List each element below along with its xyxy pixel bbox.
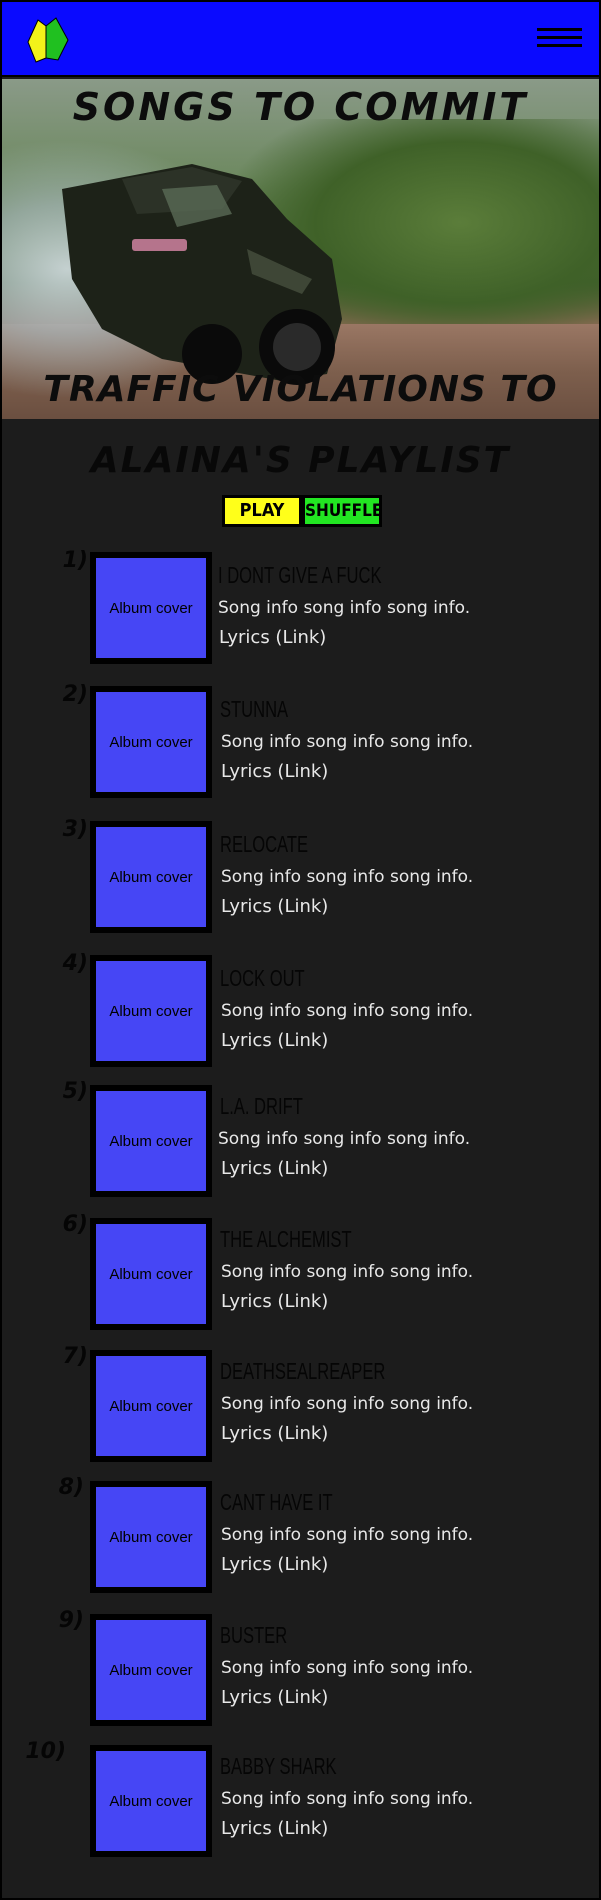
hero-title-bottom: Traffic Violations to (43, 369, 558, 410)
hero-title-top: Songs to Commit (72, 85, 529, 129)
song-title: L.A. DRIFT (220, 1093, 303, 1119)
lyrics-link[interactable]: Lyrics (Link) (219, 627, 326, 648)
album-cover[interactable]: Album cover (90, 955, 212, 1067)
album-cover-label: Album cover (96, 558, 206, 658)
song-row: 10) Album cover BABBY SHARK Song info song … (0, 1739, 601, 1859)
song-title: LOCK OUT (220, 965, 305, 991)
song-info: Song info song info song info. (221, 867, 474, 887)
album-cover-label: Album cover (96, 827, 206, 927)
song-number: 2) (62, 682, 88, 707)
album-cover-label: Album cover (96, 1487, 206, 1587)
album-cover-label: Album cover (96, 692, 206, 792)
lyrics-link[interactable]: Lyrics (Link) (221, 1158, 328, 1179)
song-number: 4) (62, 951, 88, 976)
song-number: 7) (62, 1344, 88, 1369)
lyrics-link[interactable]: Lyrics (Link) (221, 1818, 328, 1839)
hamburger-menu-icon[interactable] (537, 28, 582, 52)
album-cover[interactable]: Album cover (90, 1085, 212, 1197)
song-info: Song info song info song info. (221, 1525, 474, 1545)
song-row: 8) Album cover CANT HAVE IT Song info song … (0, 1475, 601, 1595)
song-number: 9) (58, 1608, 84, 1633)
song-info: Song info song info song info. (218, 1129, 471, 1149)
album-cover[interactable]: Album cover (90, 1614, 212, 1726)
song-row: 7) Album cover DEATHSEALREAPER Song info so… (0, 1344, 601, 1464)
song-row: 9) Album cover BUSTER Song info song info s… (0, 1608, 601, 1728)
album-cover[interactable]: Album cover (90, 821, 212, 933)
play-button[interactable]: PLAY (222, 495, 302, 527)
song-number: 10) (25, 1739, 66, 1764)
song-title: CANT HAVE IT (220, 1489, 333, 1515)
song-row: 4) Album cover LOCK OUT Song info song info… (0, 951, 601, 1071)
playlist-title: Alaina's Playlist (90, 440, 511, 481)
album-cover-label: Album cover (96, 1620, 206, 1720)
lyrics-link[interactable]: Lyrics (Link) (221, 1291, 328, 1312)
lyrics-link[interactable]: Lyrics (Link) (221, 1687, 328, 1708)
album-cover[interactable]: Album cover (90, 1218, 212, 1330)
song-info: Song info song info song info. (221, 1001, 474, 1021)
song-row: 3) Album cover RELOCATE Song info song info… (0, 817, 601, 937)
song-number: 3) (62, 817, 88, 842)
song-number: 5) (62, 1079, 88, 1104)
song-row: 5) Album cover L.A. DRIFT Song info song in… (0, 1079, 601, 1199)
song-number: 1) (62, 548, 88, 573)
song-info: Song info song info song info. (221, 1262, 474, 1282)
lyrics-link[interactable]: Lyrics (Link) (221, 1423, 328, 1444)
lyrics-link[interactable]: Lyrics (Link) (221, 761, 328, 782)
album-cover[interactable]: Album cover (90, 1745, 212, 1857)
album-cover-label: Album cover (96, 1356, 206, 1456)
album-cover-label: Album cover (96, 961, 206, 1061)
song-info: Song info song info song info. (221, 732, 474, 752)
lyrics-link[interactable]: Lyrics (Link) (221, 1554, 328, 1575)
song-info: Song info song info song info. (221, 1658, 474, 1678)
song-title: I DONT GIVE A FUCK (218, 562, 382, 588)
album-cover-label: Album cover (96, 1224, 206, 1324)
song-number: 8) (58, 1475, 84, 1500)
song-row: 6) Album cover THE ALCHEMIST Song info song… (0, 1212, 601, 1332)
album-cover[interactable]: Album cover (90, 686, 212, 798)
album-cover[interactable]: Album cover (90, 1481, 212, 1593)
song-title: RELOCATE (220, 831, 309, 857)
song-title: BUSTER (220, 1622, 288, 1648)
album-cover-label: Album cover (96, 1091, 206, 1191)
album-cover[interactable]: Album cover (90, 552, 212, 664)
header-bar (2, 2, 599, 77)
lyrics-link[interactable]: Lyrics (Link) (221, 1030, 328, 1051)
song-row: 2) Album cover STUNNA Song info song info s… (0, 682, 601, 802)
song-number: 6) (62, 1212, 88, 1237)
song-title: THE ALCHEMIST (220, 1226, 352, 1252)
beginner-leaf-icon[interactable] (24, 14, 74, 66)
song-info: Song info song info song info. (221, 1394, 474, 1414)
song-info: Song info song info song info. (221, 1789, 474, 1809)
song-row: 1) Album cover I DONT GIVE A FUCK Song info… (0, 548, 601, 668)
album-cover[interactable]: Album cover (90, 1350, 212, 1462)
album-cover-label: Album cover (96, 1751, 206, 1851)
song-title: BABBY SHARK (220, 1753, 337, 1779)
song-title: STUNNA (220, 696, 289, 722)
song-title: DEATHSEALREAPER (220, 1358, 386, 1384)
lyrics-link[interactable]: Lyrics (Link) (221, 896, 328, 917)
shuffle-button[interactable]: SHUFFLE (302, 495, 382, 527)
hero-banner (2, 79, 599, 419)
song-info: Song info song info song info. (218, 598, 471, 618)
